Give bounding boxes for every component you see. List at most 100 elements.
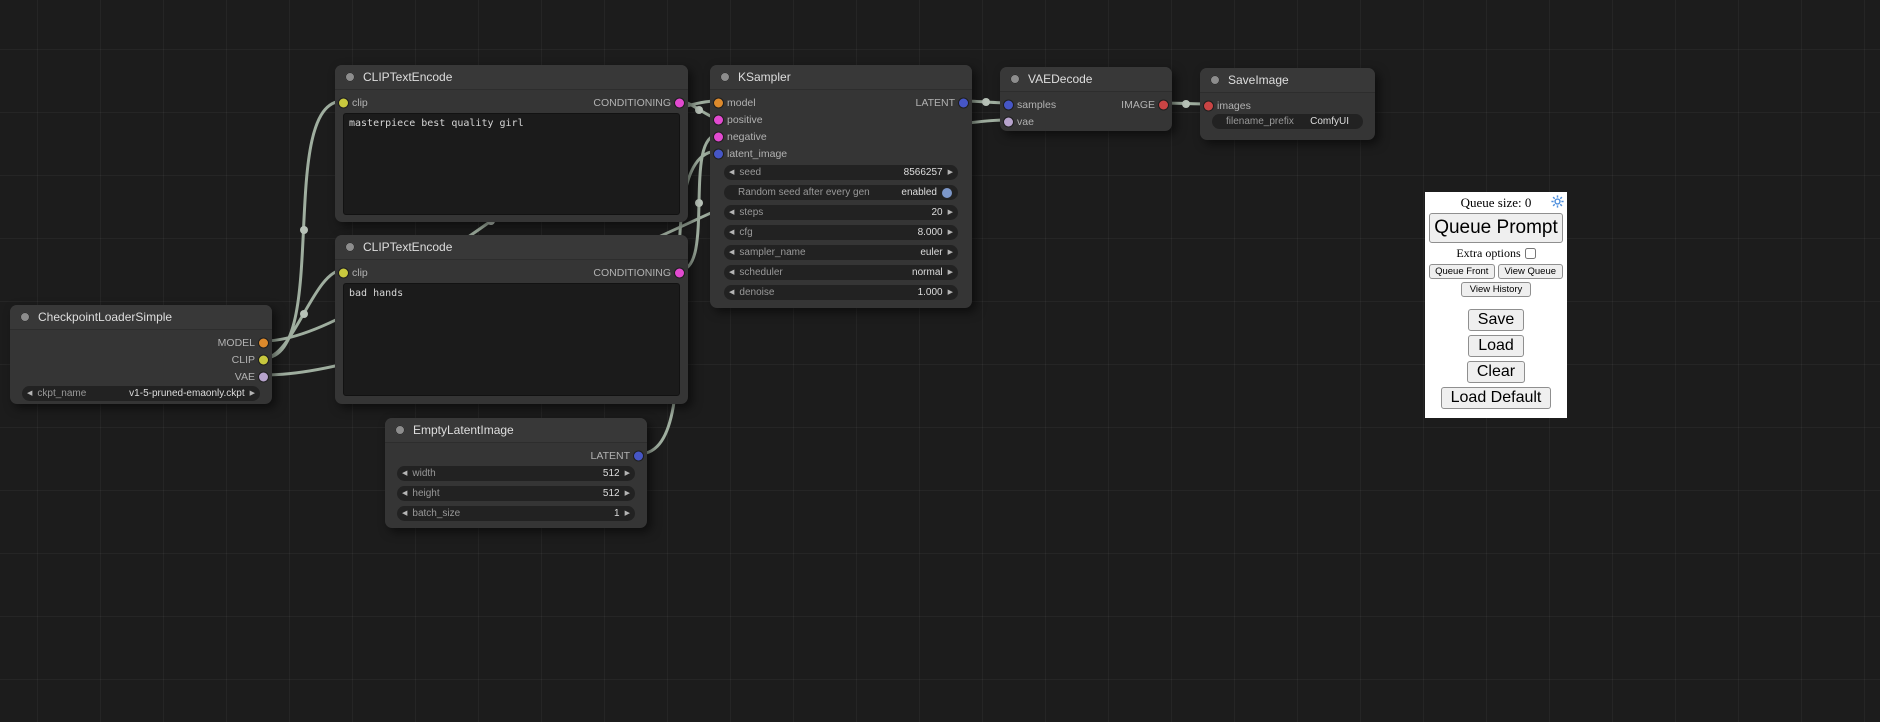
slot-row: positive	[710, 111, 972, 128]
toggle-indicator[interactable]	[942, 188, 952, 198]
input-label-vae: vae	[1017, 116, 1034, 128]
input-port-model[interactable]	[714, 98, 723, 107]
random-seed-toggle-widget[interactable]: Random seed after every gen enabled	[724, 185, 958, 200]
increment-arrow-icon[interactable]: ▶	[625, 510, 630, 517]
node-title-bar[interactable]: CLIPTextEncode	[335, 65, 688, 90]
output-port-clip[interactable]	[259, 355, 268, 364]
node-title: SaveImage	[1228, 73, 1289, 87]
widget-value: enabled	[870, 187, 937, 198]
node-clip-text-encode-negative[interactable]: CLIPTextEncode clip CONDITIONING bad han…	[335, 235, 688, 404]
decrement-arrow-icon[interactable]: ◀	[402, 490, 407, 497]
load-button[interactable]: Load	[1468, 335, 1524, 357]
node-collapse-dot[interactable]	[345, 72, 355, 82]
node-title-bar[interactable]: CLIPTextEncode	[335, 235, 688, 260]
node-collapse-dot[interactable]	[345, 242, 355, 252]
increment-arrow-icon[interactable]: ▶	[625, 490, 630, 497]
wire-clip-to-positive-encode	[264, 101, 343, 358]
denoise-widget[interactable]: ◀ denoise 1.000 ▶	[724, 285, 958, 300]
input-port-positive[interactable]	[714, 115, 723, 124]
output-port-conditioning[interactable]	[675, 98, 684, 107]
output-label-conditioning: CONDITIONING	[593, 97, 671, 109]
increment-arrow-icon[interactable]: ▶	[948, 269, 953, 276]
decrement-arrow-icon[interactable]: ◀	[402, 510, 407, 517]
decrement-arrow-icon[interactable]: ◀	[27, 390, 32, 397]
scheduler-widget[interactable]: ◀ scheduler normal ▶	[724, 265, 958, 280]
node-save-image[interactable]: SaveImage images filename_prefix ComfyUI	[1200, 68, 1375, 140]
decrement-arrow-icon[interactable]: ◀	[729, 269, 734, 276]
width-widget[interactable]: ◀ width 512 ▶	[397, 466, 635, 481]
output-port-latent[interactable]	[634, 451, 643, 460]
node-title-bar[interactable]: SaveImage	[1200, 68, 1375, 93]
node-collapse-dot[interactable]	[1210, 75, 1220, 85]
increment-arrow-icon[interactable]: ▶	[948, 169, 953, 176]
node-ksampler[interactable]: KSampler model LATENT positive negative …	[710, 65, 972, 308]
decrement-arrow-icon[interactable]: ◀	[729, 169, 734, 176]
height-widget[interactable]: ◀ height 512 ▶	[397, 486, 635, 501]
queue-front-button[interactable]: Queue Front	[1429, 264, 1495, 279]
node-empty-latent-image[interactable]: EmptyLatentImage LATENT ◀ width 512 ▶ ◀ …	[385, 418, 647, 528]
seed-widget[interactable]: ◀ seed 8566257 ▶	[724, 165, 958, 180]
view-queue-button[interactable]: View Queue	[1498, 264, 1564, 279]
node-title-bar[interactable]: EmptyLatentImage	[385, 418, 647, 443]
node-title-bar[interactable]: CheckpointLoaderSimple	[10, 305, 272, 330]
output-port-image[interactable]	[1159, 100, 1168, 109]
node-title: CheckpointLoaderSimple	[38, 310, 172, 324]
node-title-bar[interactable]: KSampler	[710, 65, 972, 90]
node-vae-decode[interactable]: VAEDecode samples IMAGE vae	[1000, 67, 1172, 131]
input-port-images[interactable]	[1204, 101, 1213, 110]
input-port-vae[interactable]	[1004, 117, 1013, 126]
queue-prompt-button[interactable]: Queue Prompt	[1429, 213, 1563, 243]
node-title: CLIPTextEncode	[363, 70, 452, 84]
node-checkpoint-loader[interactable]: CheckpointLoaderSimple MODEL CLIP VAE ◀ …	[10, 305, 272, 404]
steps-widget[interactable]: ◀ steps 20 ▶	[724, 205, 958, 220]
view-history-button[interactable]: View History	[1461, 282, 1532, 297]
decrement-arrow-icon[interactable]: ◀	[729, 289, 734, 296]
widget-value: euler	[806, 247, 943, 258]
batch-size-widget[interactable]: ◀ batch_size 1 ▶	[397, 506, 635, 521]
widget-value: ComfyUI	[1294, 116, 1349, 127]
ckpt-name-widget[interactable]: ◀ ckpt_name v1-5-pruned-emaonly.ckpt ▶	[22, 386, 260, 401]
increment-arrow-icon[interactable]: ▶	[948, 209, 953, 216]
clear-button[interactable]: Clear	[1467, 361, 1525, 383]
input-port-latent-image[interactable]	[714, 149, 723, 158]
input-port-samples[interactable]	[1004, 100, 1013, 109]
increment-arrow-icon[interactable]: ▶	[625, 470, 630, 477]
node-collapse-dot[interactable]	[1010, 74, 1020, 84]
cfg-widget[interactable]: ◀ cfg 8.000 ▶	[724, 225, 958, 240]
output-port-vae[interactable]	[259, 372, 268, 381]
node-collapse-dot[interactable]	[720, 72, 730, 82]
positive-prompt-textarea[interactable]: masterpiece best quality girl	[343, 113, 680, 215]
increment-arrow-icon[interactable]: ▶	[250, 390, 255, 397]
widget-value: 512	[436, 468, 620, 479]
output-port-latent[interactable]	[959, 98, 968, 107]
increment-arrow-icon[interactable]: ▶	[948, 249, 953, 256]
decrement-arrow-icon[interactable]: ◀	[402, 470, 407, 477]
negative-prompt-textarea[interactable]: bad hands	[343, 283, 680, 396]
input-port-clip[interactable]	[339, 98, 348, 107]
decrement-arrow-icon[interactable]: ◀	[729, 229, 734, 236]
save-button[interactable]: Save	[1468, 309, 1524, 331]
output-port-model[interactable]	[259, 338, 268, 347]
node-collapse-dot[interactable]	[20, 312, 30, 322]
settings-gear-icon[interactable]	[1551, 195, 1564, 208]
widget-label: denoise	[739, 287, 774, 298]
increment-arrow-icon[interactable]: ▶	[948, 289, 953, 296]
decrement-arrow-icon[interactable]: ◀	[729, 249, 734, 256]
filename-prefix-widget[interactable]: filename_prefix ComfyUI	[1212, 114, 1363, 129]
input-port-negative[interactable]	[714, 132, 723, 141]
node-clip-text-encode-positive[interactable]: CLIPTextEncode clip CONDITIONING masterp…	[335, 65, 688, 222]
node-title-bar[interactable]: VAEDecode	[1000, 67, 1172, 92]
widget-value: 1.000	[774, 287, 942, 298]
node-collapse-dot[interactable]	[395, 425, 405, 435]
load-default-button[interactable]: Load Default	[1441, 387, 1552, 409]
input-port-clip[interactable]	[339, 268, 348, 277]
link-midpoint-dot	[982, 98, 990, 106]
increment-arrow-icon[interactable]: ▶	[948, 229, 953, 236]
node-title: KSampler	[738, 70, 791, 84]
decrement-arrow-icon[interactable]: ◀	[729, 209, 734, 216]
sampler-name-widget[interactable]: ◀ sampler_name euler ▶	[724, 245, 958, 260]
output-port-conditioning[interactable]	[675, 268, 684, 277]
comfy-menu-panel: Queue size: 0 Queue Prompt Extra options	[1425, 192, 1567, 418]
node-graph-canvas[interactable]: CheckpointLoaderSimple MODEL CLIP VAE ◀ …	[0, 0, 1880, 722]
extra-options-checkbox[interactable]	[1525, 248, 1536, 259]
